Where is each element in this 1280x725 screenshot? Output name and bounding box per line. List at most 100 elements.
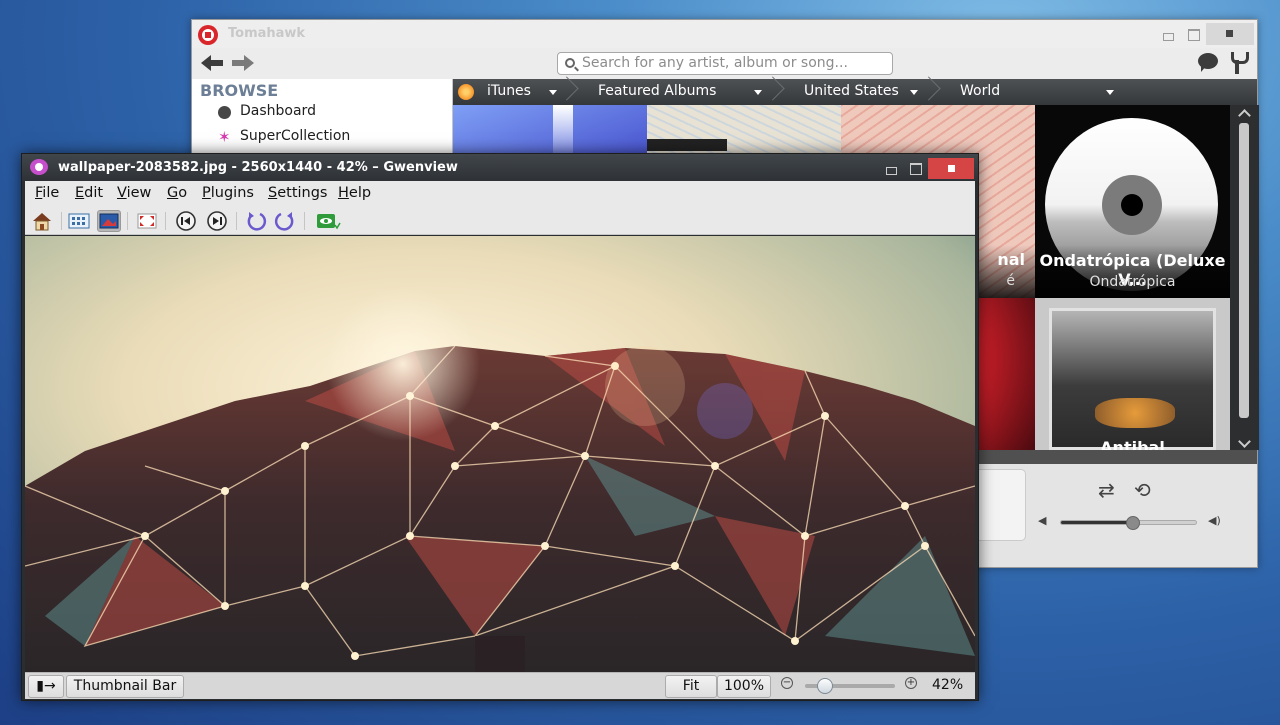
zoom-in-icon[interactable]: + — [905, 677, 917, 689]
gwenview-window: wallpaper-2083582.jpg - 2560x1440 - 42% … — [21, 153, 979, 701]
menu-help[interactable]: Help — [338, 185, 371, 201]
close-button[interactable] — [928, 158, 974, 179]
itunes-icon — [458, 84, 474, 100]
gwenview-statusbar: ▮→ Thumbnail Bar Fit 100% − + 42% — [25, 672, 975, 699]
repeat-icon[interactable]: ⟲ — [1134, 480, 1151, 500]
tomahawk-toolbar: Search for any artist, album or song... — [192, 48, 1257, 79]
browse-heading: BROWSE — [200, 81, 279, 100]
chevron-down-icon — [1106, 90, 1114, 95]
thumbnail-bar-label: Thumbnail Bar — [73, 678, 177, 694]
breadcrumb-separator — [923, 79, 935, 105]
toolbar-separator — [61, 212, 62, 230]
album-artist: Ondatrópica — [1089, 274, 1176, 290]
wallpaper-image — [25, 236, 975, 672]
breadcrumb: iTunes Featured Albums United States Wor… — [453, 79, 1257, 105]
sidebar-item-dashboard[interactable]: Dashboard — [218, 103, 316, 119]
maximize-button[interactable] — [1184, 25, 1202, 43]
volume-slider[interactable] — [1060, 516, 1197, 530]
search-icon — [565, 58, 575, 68]
breadcrumb-label: iTunes — [487, 83, 531, 99]
zoom-slider[interactable] — [805, 678, 895, 694]
toggle-sidebar-button[interactable]: ▮→ — [28, 675, 64, 698]
toolbar-separator — [165, 212, 166, 230]
breadcrumb-united-states[interactable]: United States — [804, 83, 922, 99]
menu-plugins[interactable]: Plugins — [202, 185, 254, 201]
sidebar-item-label: SuperCollection — [240, 128, 351, 144]
share-icon[interactable] — [315, 210, 341, 232]
gwenview-window-title: wallpaper-2083582.jpg - 2560x1440 - 42% … — [58, 160, 458, 175]
rotate-right-icon[interactable] — [273, 210, 297, 232]
gwenview-toolbar — [25, 206, 975, 235]
zoom-fit-button[interactable]: Fit — [665, 675, 717, 698]
menu-view[interactable]: View — [117, 185, 151, 201]
album-artist-partial: é — [1006, 273, 1015, 289]
breadcrumb-featured-albums[interactable]: Featured Albums — [598, 83, 763, 99]
volume-fill — [1061, 521, 1132, 524]
breadcrumb-itunes[interactable]: iTunes — [487, 83, 557, 99]
album-cover-antibalas[interactable]: Antibal — [1035, 298, 1230, 450]
toolbar-separator — [127, 212, 128, 230]
chevron-down-icon — [754, 90, 762, 95]
toolbar-separator — [236, 212, 237, 230]
tomahawk-titlebar[interactable]: Tomahawk — [192, 20, 1257, 48]
chevron-down-icon — [910, 90, 918, 95]
scroll-down-icon[interactable] — [1238, 435, 1251, 448]
album-grid-scrollbar[interactable] — [1230, 105, 1259, 450]
search-placeholder: Search for any artist, album or song... — [582, 55, 848, 71]
menu-settings[interactable]: Settings — [268, 185, 328, 201]
chat-icon[interactable] — [1198, 53, 1218, 72]
zoom-slider-knob[interactable] — [816, 678, 833, 694]
scroll-up-icon[interactable] — [1238, 109, 1251, 122]
minimize-button[interactable] — [882, 159, 900, 177]
next-icon[interactable] — [205, 210, 229, 232]
breadcrumb-label: Featured Albums — [598, 83, 717, 99]
breadcrumb-separator — [767, 79, 779, 105]
tomahawk-logo-icon — [198, 25, 218, 45]
previous-icon[interactable] — [174, 210, 198, 232]
forward-arrow-icon[interactable] — [230, 53, 254, 73]
album-title-partial: nal — [997, 250, 1025, 269]
close-button[interactable] — [1206, 23, 1254, 45]
search-input[interactable]: Search for any artist, album or song... — [557, 52, 893, 75]
tomahawk-window-title: Tomahawk — [228, 26, 306, 41]
menu-edit[interactable]: Edit — [75, 185, 103, 201]
fullscreen-icon[interactable] — [135, 210, 159, 232]
minimize-button[interactable] — [1159, 25, 1177, 43]
gwenview-titlebar[interactable]: wallpaper-2083582.jpg - 2560x1440 - 42% … — [22, 154, 978, 181]
album-cover-ondatropica[interactable]: Ondatrópica (Deluxe V... Ondatrópica — [1035, 105, 1230, 298]
gwenview-logo-icon — [30, 159, 48, 175]
view-mode-icon[interactable] — [97, 210, 121, 232]
zoom-level: 42% — [932, 677, 964, 693]
breadcrumb-separator — [561, 79, 573, 105]
shuffle-icon[interactable]: ⇄ — [1098, 480, 1115, 500]
breadcrumb-label: United States — [804, 83, 899, 99]
sidebar-item-supercollection[interactable]: ✶ SuperCollection — [218, 128, 351, 146]
menu-go[interactable]: Go — [167, 185, 187, 201]
zoom-out-icon[interactable]: − — [781, 677, 793, 689]
menubar: File Edit View Go Plugins Settings Help — [25, 181, 975, 206]
chevron-down-icon — [549, 90, 557, 95]
breadcrumb-label: World — [960, 83, 1001, 99]
image-viewport[interactable] — [25, 236, 975, 672]
maximize-button[interactable] — [906, 159, 924, 177]
toolbar-separator — [304, 212, 305, 230]
supercollection-icon: ✶ — [218, 128, 231, 146]
sidebar-item-label: Dashboard — [240, 103, 316, 119]
dashboard-icon — [218, 106, 231, 119]
browse-mode-icon[interactable] — [67, 210, 91, 232]
volume-low-icon[interactable]: ◀ — [1038, 514, 1046, 527]
rotate-left-icon[interactable] — [244, 210, 268, 232]
home-icon[interactable] — [30, 210, 54, 232]
scrollbar-thumb[interactable] — [1239, 123, 1249, 418]
hundred-label: 100% — [723, 678, 765, 694]
thumbnail-bar-button[interactable]: Thumbnail Bar — [66, 675, 184, 698]
zoom-100-button[interactable]: 100% — [717, 675, 771, 698]
volume-high-icon[interactable]: ◀) — [1208, 514, 1221, 527]
menu-file[interactable]: File — [35, 185, 59, 201]
fit-label: Fit — [682, 678, 700, 694]
album-title-partial: Antibal — [1100, 438, 1165, 450]
volume-knob[interactable] — [1126, 516, 1140, 530]
breadcrumb-world[interactable]: World — [960, 83, 1118, 99]
settings-wrench-icon[interactable] — [1230, 52, 1249, 74]
back-arrow-icon[interactable] — [201, 53, 225, 73]
